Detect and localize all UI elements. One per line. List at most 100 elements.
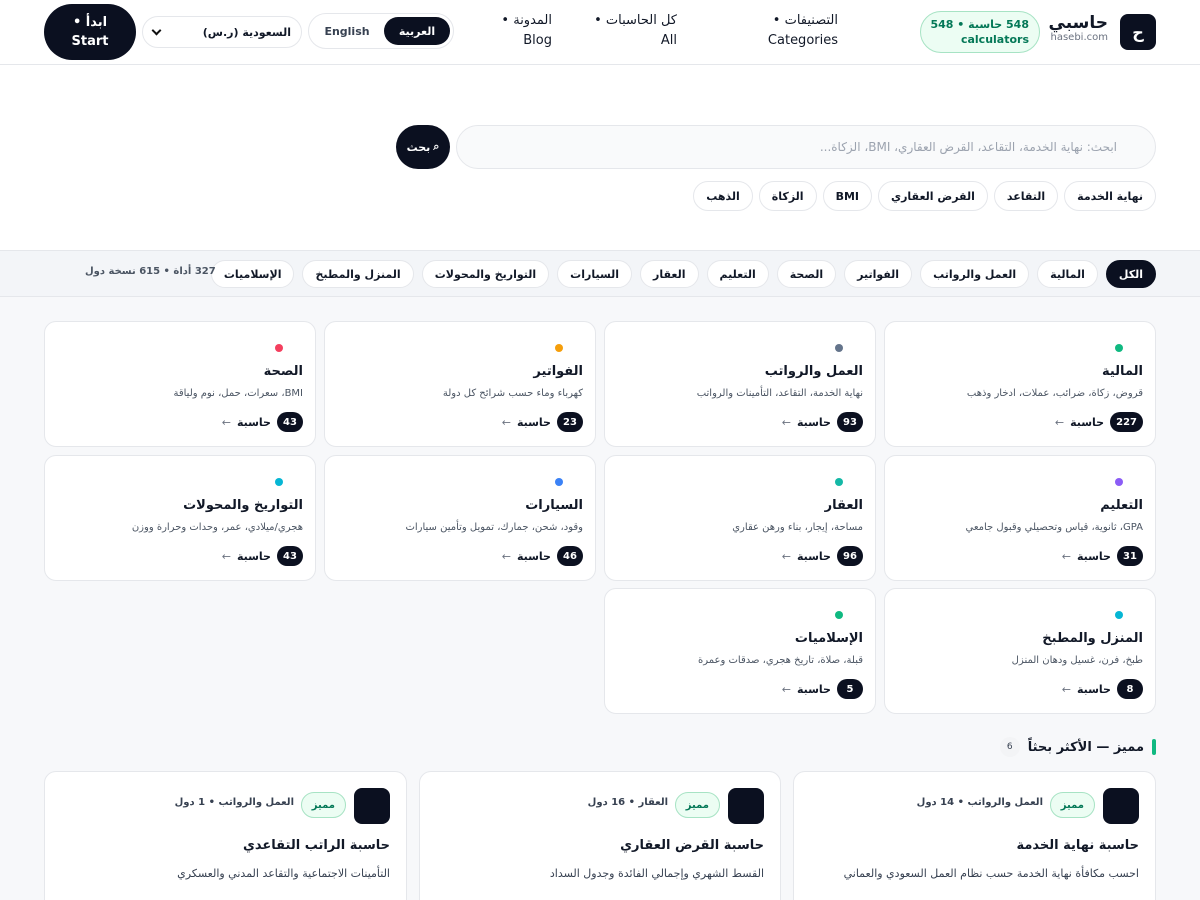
featured-card-description: احسب مكافأة نهاية الخدمة حسب نظام العمل … bbox=[843, 867, 1139, 880]
featured-badge: مميز bbox=[1049, 792, 1095, 818]
start-label-en: Start bbox=[71, 34, 109, 49]
category-footer: 5 حاسبة ← bbox=[782, 679, 863, 699]
category-card[interactable]: العقار مساحة، إيجار، بناء ورهن عقاري 96 حاس… bbox=[604, 455, 876, 581]
category-dot-icon bbox=[555, 344, 563, 352]
quick-chip[interactable]: الذهب bbox=[693, 181, 753, 211]
quick-chip[interactable]: التقاعد bbox=[993, 181, 1059, 211]
category-name: الفواتير bbox=[533, 364, 583, 379]
filter-tab[interactable]: التعليم bbox=[706, 260, 769, 288]
filter-tab[interactable]: المنزل والمطبخ bbox=[302, 260, 414, 288]
category-footer: 8 حاسبة ← bbox=[1062, 679, 1143, 699]
search-button[interactable]: ⌕ بحث bbox=[396, 125, 450, 169]
arrow-left-icon: ← bbox=[781, 682, 791, 696]
category-count: 43 bbox=[277, 412, 303, 432]
search-input[interactable] bbox=[456, 125, 1156, 169]
category-description: كهرباء وماء حسب شرائح كل دولة bbox=[442, 388, 583, 399]
featured-card-description: التأمينات الاجتماعية والتقاعد المدني وال… bbox=[177, 867, 390, 880]
category-card[interactable]: الفواتير كهرباء وماء حسب شرائح كل دولة 23 ح… bbox=[324, 321, 596, 447]
category-description: نهاية الخدمة، التقاعد، التأمينات والروات… bbox=[696, 388, 863, 399]
category-dot-icon bbox=[835, 344, 843, 352]
arrow-left-icon: ← bbox=[501, 549, 511, 563]
chevron-down-icon bbox=[151, 25, 162, 35]
arrow-left-icon: ← bbox=[1054, 415, 1065, 429]
category-footer: 43 حاسبة ← bbox=[222, 546, 303, 566]
featured-meta: العمل والرواتب • 14 دول bbox=[916, 797, 1043, 808]
quick-chip[interactable]: القرض العقاري bbox=[878, 181, 988, 211]
start-button[interactable]: ابدأ • Start bbox=[44, 4, 136, 60]
category-description: هجري/ميلادي، عمر، وحدات وحرارة ووزن bbox=[131, 522, 303, 533]
category-card[interactable]: السيارات وقود، شحن، جمارك، تمويل وتأمين س… bbox=[324, 455, 596, 581]
category-description: BMI، سعرات، حمل، نوم ولياقة bbox=[173, 388, 303, 399]
category-count: 8 bbox=[1117, 679, 1143, 699]
filter-tab[interactable]: الصحة bbox=[776, 260, 837, 288]
category-count: 31 bbox=[1117, 546, 1143, 566]
filter-tab-all[interactable]: الكل bbox=[1105, 260, 1156, 288]
category-card[interactable]: المالية قروض، زكاة، ضرائب، عملات، ادخار و… bbox=[884, 321, 1156, 447]
filter-tab[interactable]: العمل والرواتب bbox=[920, 260, 1030, 288]
featured-title: مميز — الأكثر بحثاً bbox=[1027, 739, 1144, 755]
category-card[interactable]: التواريخ والمحولات هجري/ميلادي، عمر، وحدا… bbox=[44, 455, 316, 581]
category-unit: حاسبة bbox=[516, 415, 551, 429]
featured-count-badge: 6 bbox=[999, 737, 1020, 757]
nav-categories[interactable]: التصنيفات • Categories bbox=[758, 11, 838, 51]
quick-chip[interactable]: نهاية الخدمة bbox=[1064, 181, 1156, 211]
arrow-left-icon: ← bbox=[221, 415, 231, 429]
category-description: قبلة، صلاة، تاريخ هجري، صدقات وعمرة bbox=[697, 655, 863, 666]
category-dot-icon bbox=[1115, 611, 1123, 619]
featured-card-description: القسط الشهري وإجمالي الفائدة وجدول السدا… bbox=[549, 867, 764, 880]
filter-tab[interactable]: الإسلاميات bbox=[210, 260, 295, 288]
category-unit: حاسبة bbox=[796, 682, 831, 696]
category-count: 96 bbox=[837, 546, 863, 566]
nav-blog[interactable]: المدونة • Blog bbox=[482, 11, 552, 51]
calculator-icon bbox=[1103, 788, 1139, 824]
calculator-count-badge: 548 حاسبة • 548 calculators bbox=[919, 11, 1040, 53]
filter-tab[interactable]: الفواتير bbox=[844, 260, 913, 288]
lang-arabic-button[interactable]: العربية bbox=[384, 17, 450, 45]
category-footer: 43 حاسبة ← bbox=[222, 412, 303, 432]
country-select[interactable]: السعودية (ر.س) bbox=[142, 16, 302, 48]
filter-tab[interactable]: السيارات bbox=[557, 260, 633, 288]
logo-icon[interactable]: ح bbox=[1120, 14, 1156, 50]
brand[interactable]: حاسبي hasebi.com bbox=[1049, 14, 1109, 44]
category-card[interactable]: الإسلاميات قبلة، صلاة، تاريخ هجري، صدقات … bbox=[604, 588, 876, 714]
featured-card-title: حاسبة نهاية الخدمة bbox=[1016, 838, 1139, 853]
category-unit: حاسبة bbox=[1070, 415, 1105, 429]
category-count: 23 bbox=[557, 412, 583, 432]
category-card[interactable]: الصحة BMI، سعرات، حمل، نوم ولياقة 43 حاسبة ← bbox=[44, 321, 316, 447]
lang-english-button[interactable]: English bbox=[314, 17, 380, 45]
category-dot-icon bbox=[275, 344, 283, 352]
filter-tab[interactable]: العقار bbox=[640, 260, 699, 288]
category-dot-icon bbox=[1115, 478, 1123, 486]
category-count: 46 bbox=[557, 546, 583, 566]
country-value: السعودية (ر.س) bbox=[202, 25, 291, 39]
filter-tab[interactable]: المالية bbox=[1037, 260, 1098, 288]
featured-card[interactable]: مميز العمل والرواتب • 1 دول حاسبة الراتب ا… bbox=[44, 771, 407, 900]
search-button-label: بحث bbox=[406, 140, 431, 154]
featured-card[interactable]: مميز العمل والرواتب • 14 دول حاسبة نهاية ا… bbox=[793, 771, 1156, 900]
category-card[interactable]: العمل والرواتب نهاية الخدمة، التقاعد، الت… bbox=[604, 321, 876, 447]
arrow-left-icon: ← bbox=[781, 549, 791, 563]
featured-card[interactable]: مميز العقار • 16 دول حاسبة القرض العقاري ال… bbox=[419, 771, 781, 900]
category-card[interactable]: المنزل والمطبخ طبخ، فرن، غسيل ودهان المنز… bbox=[884, 588, 1156, 714]
arrow-left-icon: ← bbox=[781, 415, 791, 429]
calculator-icon bbox=[354, 788, 390, 824]
quick-search-chips: نهاية الخدمة التقاعد القرض العقاري BMI ا… bbox=[693, 181, 1156, 211]
quick-chip[interactable]: الزكاة bbox=[758, 181, 817, 211]
category-name: السيارات bbox=[525, 498, 583, 513]
category-card[interactable]: التعليم GPA، ثانوية، قياس وتحصيلي وقبول ج… bbox=[884, 455, 1156, 581]
category-name: الصحة bbox=[263, 364, 303, 379]
category-footer: 227 حاسبة ← bbox=[1055, 412, 1143, 432]
category-description: GPA، ثانوية، قياس وتحصيلي وقبول جامعي bbox=[965, 522, 1143, 533]
nav-all-calculators[interactable]: كل الحاسبات • All bbox=[587, 11, 677, 51]
featured-badge: مميز bbox=[300, 792, 346, 818]
filter-tabs: الكل المالية العمل والرواتب الفواتير الص… bbox=[210, 260, 1156, 288]
category-name: المنزل والمطبخ bbox=[1042, 631, 1143, 646]
category-dot-icon bbox=[275, 478, 283, 486]
category-unit: حاسبة bbox=[236, 415, 271, 429]
category-count: 5 bbox=[837, 679, 863, 699]
count-line-en: calculators bbox=[960, 33, 1029, 46]
filter-tab[interactable]: التواريخ والمحولات bbox=[421, 260, 550, 288]
calculator-icon bbox=[728, 788, 764, 824]
category-unit: حاسبة bbox=[796, 549, 831, 563]
quick-chip[interactable]: BMI bbox=[822, 181, 872, 211]
